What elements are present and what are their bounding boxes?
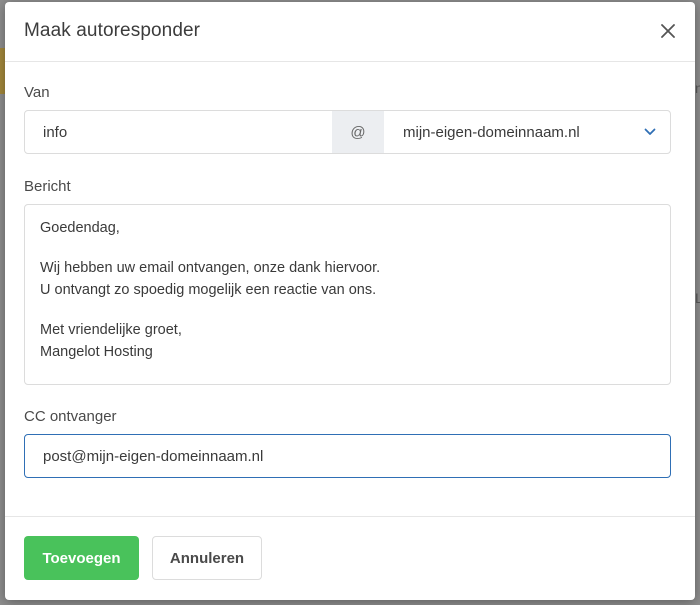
- message-line: Wij hebben uw email ontvangen, onze dank…: [40, 260, 381, 276]
- message-line: Mangelot Hosting: [40, 344, 153, 360]
- chevron-down-icon: [644, 128, 656, 135]
- cancel-button[interactable]: Annuleren: [152, 536, 262, 580]
- dialog-header: Maak autoresponder: [5, 2, 695, 62]
- message-textarea[interactable]: Goedendag, Wij hebben uw email ontvangen…: [24, 204, 671, 385]
- autoresponder-dialog: Maak autoresponder Van info @ mijn-eigen…: [5, 2, 695, 600]
- from-local-part-input[interactable]: info: [25, 111, 332, 153]
- footer-divider: [5, 516, 695, 517]
- background-text-fragment: n: [695, 80, 700, 96]
- background-text-fragment: L: [695, 290, 700, 306]
- message-line: Met vriendelijke groet,: [40, 322, 182, 338]
- at-symbol-addon: @: [332, 111, 384, 153]
- from-label: Van: [24, 84, 50, 101]
- close-icon: [661, 24, 675, 38]
- close-button[interactable]: [655, 18, 681, 44]
- domain-select-value: mijn-eigen-domeinnaam.nl: [403, 123, 580, 141]
- cc-label: CC ontvanger: [24, 408, 117, 425]
- dialog-title: Maak autoresponder: [24, 20, 201, 41]
- message-line: U ontvangt zo spoedig mogelijk een react…: [40, 282, 377, 298]
- add-button[interactable]: Toevoegen: [24, 536, 139, 580]
- cc-recipient-input[interactable]: post@mijn-eigen-domeinnaam.nl: [24, 434, 671, 478]
- domain-select[interactable]: mijn-eigen-domeinnaam.nl: [384, 111, 670, 153]
- message-label: Bericht: [24, 178, 71, 195]
- message-line: Goedendag,: [40, 220, 120, 236]
- from-address-group: info @ mijn-eigen-domeinnaam.nl: [24, 110, 671, 154]
